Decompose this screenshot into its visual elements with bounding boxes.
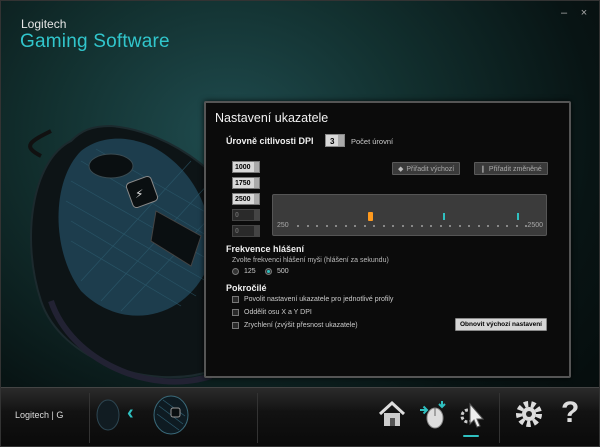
report-rate-125-radio[interactable] [232,268,239,275]
dpi-level-count-label: Počet úrovní [351,137,394,146]
slider-tick [363,225,366,227]
slider-tick [449,225,451,227]
slider-tick [297,225,299,227]
report-rate-500-label: 500 [277,268,289,275]
pointer-settings-icon[interactable] [456,398,488,430]
slider-tick [382,225,385,227]
dpi-level-4-value: 0 [235,212,239,219]
diamond-icon: ◆ [398,166,404,173]
stepper-arrows-icon [254,226,259,236]
slider-tick [344,225,347,227]
window-controls: – × [559,8,589,19]
separate-xy-checkbox[interactable] [232,309,239,316]
slider-tick [506,225,508,227]
slider-tick [458,225,461,227]
slider-tick [420,225,423,227]
per-profile-checkbox[interactable] [232,296,239,303]
dpi-level-3-value: 2500 [235,196,251,203]
brand-top-label: Logitech [21,17,67,31]
panel-title: Nastavení ukazatele [215,111,329,125]
report-rate-500-radio[interactable] [265,268,272,275]
slider-tick [515,225,518,227]
bottom-toolbar: Logitech | G ‹ ? [1,387,599,446]
slider-tick [392,225,394,227]
close-button[interactable]: × [579,8,589,19]
slider-min-label: 250 [277,222,289,229]
slider-tick [401,225,404,227]
slider-tick [496,225,499,227]
slider-tick [306,225,309,227]
chevron-left-icon[interactable]: ‹ [127,402,134,425]
divider [499,393,500,443]
dpi-level-1-field[interactable]: 1000 [232,161,260,173]
separate-xy-label: Oddělit osu X a Y DPI [244,309,312,316]
slider-tick [468,225,470,227]
slider-tick [411,225,413,227]
report-rate-section-title: Frekvence hlášení [226,244,305,254]
home-icon[interactable] [376,398,408,430]
slider-tick [477,225,480,227]
app-title: Gaming Software [20,31,170,52]
assign-shift-button[interactable]: ❙ Přiřadit změněné [474,162,548,175]
advanced-section-title: Pokročilé [226,283,267,293]
stepper-arrows-icon[interactable] [254,178,259,188]
stepper-arrows-icon[interactable] [338,135,344,146]
dpi-marker[interactable] [517,213,519,220]
dpi-marker-active[interactable] [368,212,373,221]
slider-max-label: 2500 [527,222,543,229]
bar-icon: ❙ [480,166,486,173]
customize-buttons-icon[interactable] [417,398,449,430]
dpi-level-3-field[interactable]: 2500 [232,193,260,205]
assign-default-button[interactable]: ◆ Přiřadit výchozí [392,162,461,175]
assign-default-label: Přiřadit výchozí [406,166,455,173]
divider [89,393,90,443]
slider-tick [439,225,442,227]
assign-shift-label: Přiřadit změněné [488,166,542,173]
dpi-section-title: Úrovně citlivosti DPI [226,136,314,146]
logitech-logo: Logitech | G [15,410,63,420]
previous-device-thumbnail[interactable] [93,398,123,432]
dpi-level-count-value: 3 [330,137,335,146]
restore-defaults-button[interactable]: Obnovit výchozí nastavení [455,318,547,331]
svg-text:⚡: ⚡ [135,187,143,201]
stepper-arrows-icon[interactable] [254,194,259,204]
slider-tick [325,225,328,227]
dpi-marker[interactable] [443,213,445,220]
dpi-level-2-field[interactable]: 1750 [232,177,260,189]
slider-tick [335,225,337,227]
dpi-level-4-field: 0 [232,209,260,221]
per-profile-label: Povolit nastavení ukazatele pro jednotli… [244,296,394,303]
slider-tick [430,225,432,227]
slider-tick [316,225,318,227]
slider-tick [373,225,375,227]
dpi-level-2-value: 1750 [235,180,251,187]
dpi-slider[interactable]: 250 2500 [272,194,547,236]
slider-tick [487,225,489,227]
stepper-arrows-icon [254,210,259,220]
pointer-settings-panel: Nastavení ukazatele Úrovně citlivosti DP… [204,101,571,378]
divider [257,393,258,443]
logitech-logo-text: Logitech | G [15,410,64,420]
dpi-level-count-stepper[interactable]: 3 [325,134,345,147]
help-icon[interactable]: ? [561,396,579,430]
acceleration-label: Zrychlení (zvýšit přesnost ukazatele) [244,322,358,329]
stepper-arrows-icon[interactable] [254,162,259,172]
report-rate-description: Zvolte frekvenci hlášení myši (hlášení z… [232,257,389,264]
app-window: Logitech Gaming Software – × ⚡ Nastavení… [0,0,600,447]
active-tab-indicator [463,435,479,437]
dpi-level-5-value: 0 [235,228,239,235]
dpi-level-5-field: 0 [232,225,260,237]
acceleration-checkbox[interactable] [232,322,239,329]
slider-tick [525,225,527,227]
report-rate-125-label: 125 [244,268,256,275]
slider-tick [354,225,356,227]
minimize-button[interactable]: – [559,8,569,19]
settings-gear-icon[interactable] [513,398,545,430]
dpi-level-1-value: 1000 [235,164,251,171]
current-device-thumbnail[interactable] [149,394,193,436]
